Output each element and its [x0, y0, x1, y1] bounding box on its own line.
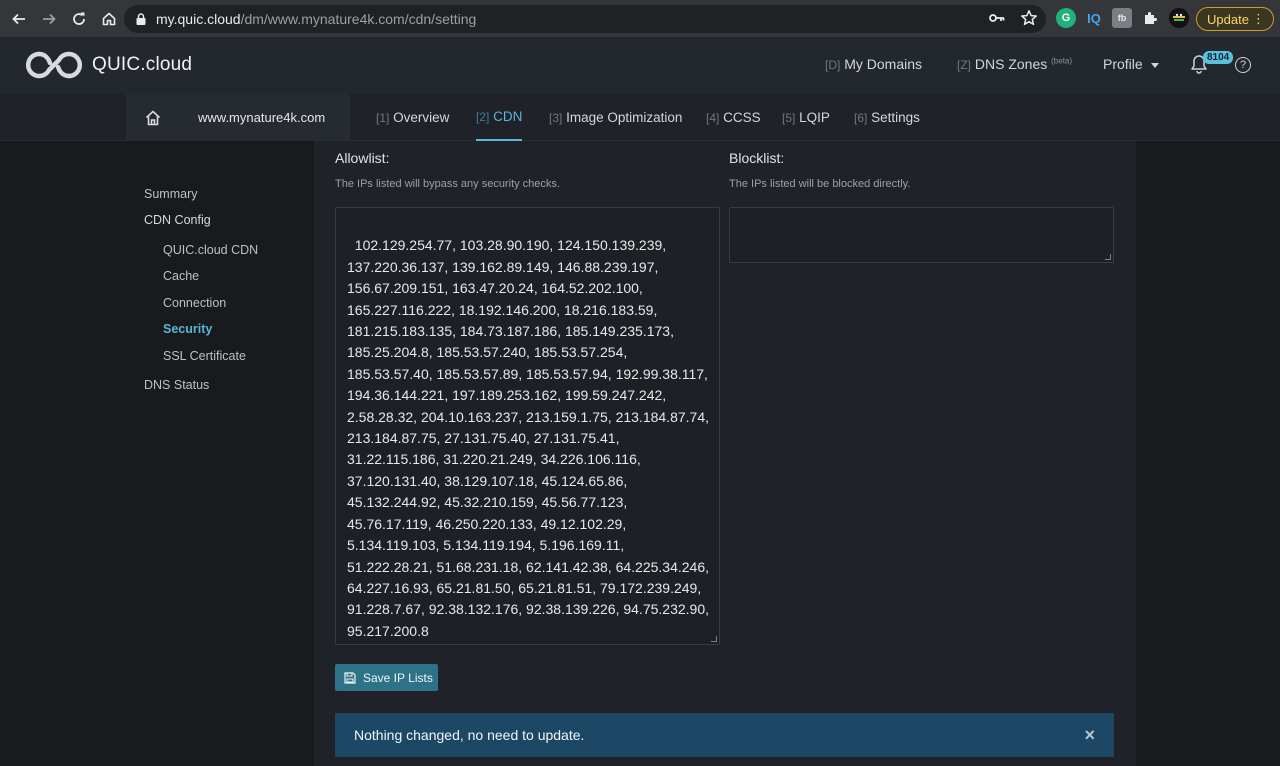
sidebar-item-summary[interactable]: Summary [144, 187, 197, 201]
lock-icon [136, 13, 146, 25]
address-bar[interactable]: my.quic.cloud/dm/www.mynature4k.com/cdn/… [124, 5, 1046, 33]
sidebar-item-quic-cloud-cdn[interactable]: QUIC.cloud CDN [163, 243, 258, 257]
star-icon[interactable] [1020, 9, 1038, 27]
allowlist-value: 102.129.254.77, 103.28.90.190, 124.150.1… [347, 237, 709, 639]
nav-my-domains[interactable]: [D] My Domains [825, 56, 922, 72]
domain-subnav: www.mynature4k.com [1] Overview [2] CDN … [0, 94, 1280, 141]
sidebar-item-dns-status[interactable]: DNS Status [144, 378, 209, 392]
allowlist-label: Allowlist: [335, 150, 390, 166]
help-icon[interactable]: ? [1235, 57, 1251, 73]
quic-cloud-logo[interactable]: QUIC.cloud [24, 50, 192, 80]
reload-button[interactable] [66, 6, 92, 32]
back-button[interactable] [6, 6, 32, 32]
update-button[interactable]: Update ⋮ [1196, 7, 1274, 31]
tab-cdn[interactable]: [2] CDN [476, 94, 523, 141]
url-text: my.quic.cloud/dm/www.mynature4k.com/cdn/… [156, 11, 477, 27]
more-vert-icon[interactable]: ⋮ [1252, 11, 1265, 27]
home-icon [145, 110, 161, 125]
tab-image-optimization[interactable]: [3] Image Optimization [549, 94, 682, 141]
caret-down-icon [1150, 62, 1159, 68]
close-icon[interactable]: × [1084, 726, 1095, 744]
resize-handle[interactable] [1105, 254, 1111, 260]
forward-button[interactable] [36, 6, 62, 32]
arrow-right-icon [43, 13, 56, 24]
key-icon[interactable] [988, 9, 1006, 27]
allowlist-hint: The IPs listed will bypass any security … [335, 178, 560, 190]
tab-ccss[interactable]: [4] CCSS [706, 94, 761, 141]
sidebar-item-ssl-certificate[interactable]: SSL Certificate [163, 349, 246, 363]
notification-count-badge: 8104 [1203, 51, 1234, 64]
arrow-left-icon [12, 13, 25, 24]
floppy-disk-icon [344, 671, 356, 684]
nav-dns-zones[interactable]: [Z] DNS Zones (beta) [957, 56, 1072, 72]
blocklist-textarea[interactable] [729, 207, 1114, 263]
dashboard-home-button[interactable] [126, 94, 180, 141]
avatar[interactable] [1169, 8, 1189, 28]
tab-overview[interactable]: [1] Overview [376, 94, 449, 141]
allowlist-textarea[interactable]: 102.129.254.77, 103.28.90.190, 124.150.1… [335, 207, 720, 645]
infinity-logo-icon [25, 51, 83, 79]
reload-icon [73, 12, 85, 25]
grammarly-extension-icon[interactable]: G [1056, 8, 1076, 28]
resize-handle[interactable] [711, 636, 717, 642]
sidebar-item-cdn-config[interactable]: CDN Config [144, 213, 211, 227]
save-ip-lists-button[interactable]: Save IP Lists [335, 664, 438, 691]
sidebar-item-security[interactable]: Security [163, 322, 212, 336]
fb-extension-icon[interactable]: fb [1112, 8, 1132, 28]
current-domain: www.mynature4k.com [180, 94, 350, 141]
home-icon [102, 12, 116, 25]
tab-lqip[interactable]: [5] LQIP [782, 94, 830, 141]
iq-extension-icon[interactable]: IQ [1084, 8, 1104, 28]
blocklist-hint: The IPs listed will be blocked directly. [729, 178, 911, 190]
home-button[interactable] [96, 6, 122, 32]
sidebar-item-connection[interactable]: Connection [163, 296, 226, 310]
puzzle-extensions-icon[interactable] [1140, 8, 1160, 28]
info-alert: Nothing changed, no need to update. × [335, 713, 1114, 757]
app-header: QUIC.cloud [D] My Domains [Z] DNS Zones … [0, 37, 1280, 94]
alert-message: Nothing changed, no need to update. [354, 727, 585, 743]
browser-toolbar: my.quic.cloud/dm/www.mynature4k.com/cdn/… [0, 0, 1280, 37]
tab-settings[interactable]: [6] Settings [854, 94, 920, 141]
profile-dropdown[interactable]: Profile [1103, 56, 1159, 72]
blocklist-label: Blocklist: [729, 150, 785, 166]
sidebar-item-cache[interactable]: Cache [163, 269, 199, 283]
